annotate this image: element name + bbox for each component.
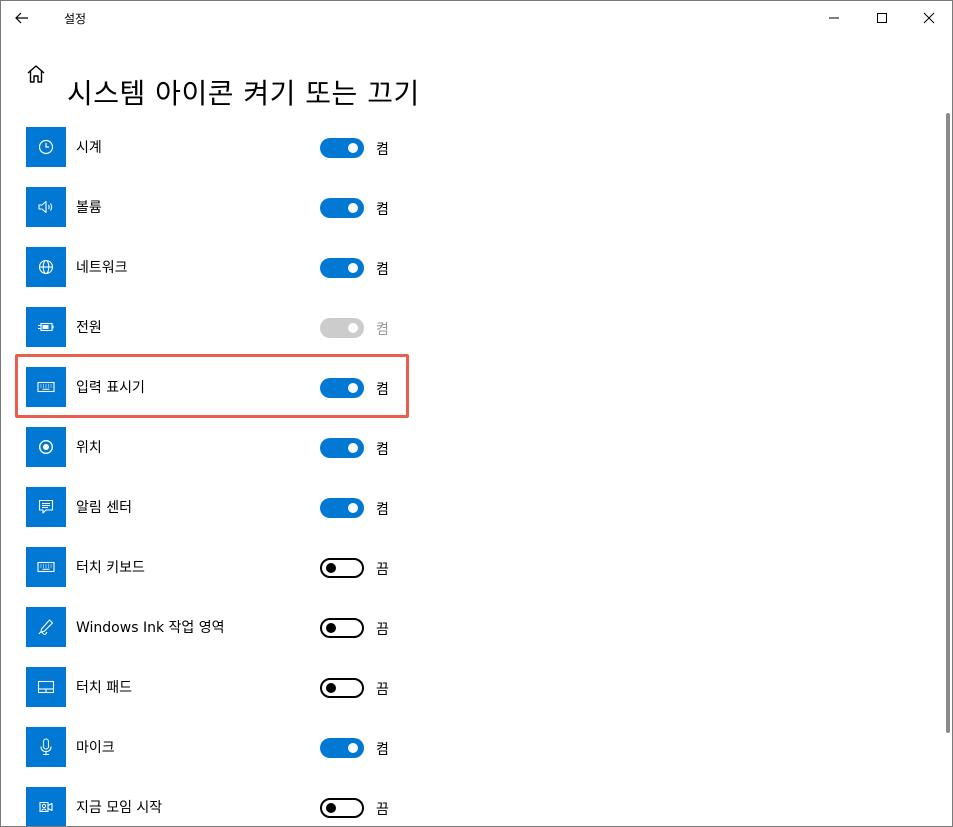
scrollbar[interactable] [946,113,950,733]
meet-now-icon-tile [26,787,66,826]
close-icon [923,12,935,24]
microphone-toggle[interactable] [320,738,364,758]
microphone-icon [40,738,52,756]
toggle-state-label: 끔 [376,622,389,638]
home-button[interactable] [25,63,47,85]
toggle-state-label: 켬 [376,322,389,338]
toggle-state-label: 켬 [376,382,389,398]
network-toggle[interactable] [320,258,364,278]
list-item-power: 전원 켬 [1,298,941,358]
settings-window: 설정 시스템 아이콘 켜기 또는 끄기 시계 켬 볼륨 켬 네트워크 켬 전원 … [0,0,953,827]
toggle-state-label: 끔 [376,562,389,578]
location-icon [38,439,54,455]
system-icon-list: 시계 켬 볼륨 켬 네트워크 켬 전원 켬 입력 표시기 켬 위치 켬 알림 센… [1,118,941,826]
touch-keyboard-icon [37,561,55,573]
volume-toggle[interactable] [320,198,364,218]
item-label: 전원 [76,320,102,336]
volume-icon [38,200,53,214]
power-toggle [320,318,364,338]
minimize-button[interactable] [811,1,857,35]
list-item-location: 위치 켬 [1,418,941,478]
location-toggle[interactable] [320,438,364,458]
back-button[interactable] [9,5,35,31]
windows-ink-icon-tile [26,607,66,647]
item-label: 지금 모임 시작 [76,800,163,816]
list-item-touch-keyboard: 터치 키보드 끔 [1,538,941,598]
toggle-state-label: 끔 [376,802,389,818]
list-item-windows-ink: Windows Ink 작업 영역 끔 [1,598,941,658]
input-indicator-icon-tile [26,367,66,407]
toggle-state-label: 켬 [376,742,389,758]
item-label: 마이크 [76,740,115,756]
list-item-volume: 볼륨 켬 [1,178,941,238]
item-label: 알림 센터 [76,500,132,516]
minimize-icon [829,17,839,19]
window-title: 설정 [64,12,87,26]
title-bar: 설정 [1,1,952,35]
action-center-icon [38,499,54,514]
meet-now-toggle[interactable] [320,798,364,818]
touch-keyboard-toggle[interactable] [320,558,364,578]
touchpad-icon-tile [26,667,66,707]
meet-now-icon [39,801,53,813]
touchpad-toggle[interactable] [320,678,364,698]
windows-ink-toggle[interactable] [320,618,364,638]
keyboard-icon [37,381,55,393]
item-label: Windows Ink 작업 영역 [76,620,225,636]
action-center-icon-tile [26,487,66,527]
input-indicator-toggle[interactable] [320,378,364,398]
toggle-state-label: 켬 [376,142,389,158]
item-label: 터치 패드 [76,680,132,696]
network-globe-icon [38,259,54,275]
battery-power-icon [38,322,54,332]
item-label: 볼륨 [76,200,102,216]
volume-icon-tile [26,187,66,227]
list-item-meet-now: 지금 모임 시작 끔 [1,778,941,826]
item-label: 시계 [76,140,102,156]
list-item-input-indicator: 입력 표시기 켬 [1,358,941,418]
item-label: 위치 [76,440,102,456]
home-icon [27,65,45,83]
list-item-network: 네트워크 켬 [1,238,941,298]
pen-ink-icon [38,619,54,635]
close-button[interactable] [906,1,952,35]
item-label: 네트워크 [76,260,128,276]
touch-keyboard-icon-tile [26,547,66,587]
list-item-touchpad: 터치 패드 끔 [1,658,941,718]
power-icon-tile [26,307,66,347]
item-label: 입력 표시기 [76,380,145,396]
microphone-icon-tile [26,727,66,767]
back-arrow-icon [15,12,28,24]
list-item-microphone: 마이크 켬 [1,718,941,778]
network-icon-tile [26,247,66,287]
action-center-toggle[interactable] [320,498,364,518]
maximize-button[interactable] [859,1,905,35]
toggle-state-label: 켬 [376,202,389,218]
toggle-state-label: 끔 [376,682,389,698]
toggle-state-label: 켬 [376,442,389,458]
clock-icon-tile [26,127,66,167]
item-label: 터치 키보드 [76,560,145,576]
touchpad-icon [37,680,55,694]
clock-icon [38,139,54,155]
toggle-state-label: 켬 [376,502,389,518]
list-item-action-center: 알림 센터 켬 [1,478,941,538]
list-item-clock: 시계 켬 [1,118,941,178]
toggle-state-label: 켬 [376,262,389,278]
maximize-icon [877,13,887,23]
location-icon-tile [26,427,66,467]
clock-toggle[interactable] [320,138,364,158]
page-title: 시스템 아이콘 켜기 또는 끄기 [67,76,420,110]
